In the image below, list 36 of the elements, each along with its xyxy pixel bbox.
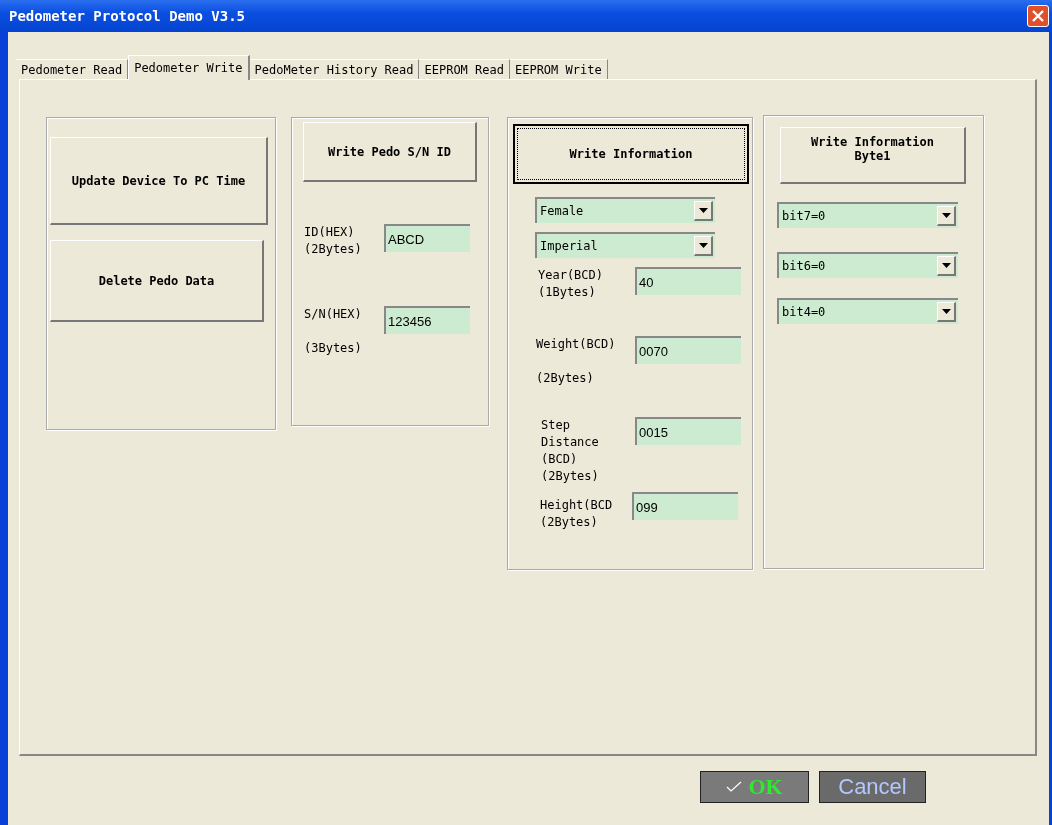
tab[interactable]: Pedometer Write xyxy=(128,55,250,80)
tab[interactable]: EEPROM Read xyxy=(419,59,510,79)
close-button[interactable] xyxy=(1027,5,1049,27)
dropdown-arrow-icon xyxy=(698,243,708,248)
update-time-button[interactable]: Update Device To PC Time xyxy=(50,137,268,225)
input-field[interactable]: 40 xyxy=(635,267,741,295)
field-label: Step Distance (BCD) (2Bytes) xyxy=(541,417,600,485)
delete-data-button[interactable]: Delete Pedo Data xyxy=(50,240,264,322)
write-sn-button[interactable]: Write Pedo S/N ID xyxy=(303,122,477,182)
check-icon xyxy=(726,781,743,793)
write-info-button[interactable]: Write Information xyxy=(513,124,749,184)
tab[interactable]: EEPROM Write xyxy=(509,59,608,79)
dropdown[interactable]: Female xyxy=(535,197,715,223)
field-label: Height(BCD (2Bytes) xyxy=(540,497,614,531)
dropdown[interactable]: bit6=0 xyxy=(777,252,958,278)
dropdown-arrow-icon xyxy=(698,208,708,213)
input-field[interactable]: ABCD xyxy=(384,224,470,252)
close-icon xyxy=(1031,9,1045,23)
field-label: ID(HEX) (2Bytes) xyxy=(304,224,363,258)
dropdown[interactable]: Imperial xyxy=(535,232,715,258)
dropdown[interactable]: bit7=0 xyxy=(777,202,958,228)
field-label: S/N(HEX) (3Bytes) xyxy=(304,306,363,357)
field-label: Weight(BCD) (2Bytes) xyxy=(536,336,617,387)
tab[interactable]: PedoMeter History Read xyxy=(249,59,420,79)
dropdown[interactable]: bit4=0 xyxy=(777,298,958,324)
input-field[interactable]: 123456 xyxy=(384,306,470,334)
write-byte1-button[interactable]: Write Information Byte1 xyxy=(780,127,966,184)
dropdown-arrow-icon xyxy=(941,263,951,268)
input-field[interactable]: 099 xyxy=(632,492,738,520)
input-field[interactable]: 0070 xyxy=(635,336,741,364)
input-field[interactable]: 0015 xyxy=(635,417,741,445)
window-title: Pedometer Protocol Demo V3.5 xyxy=(9,8,245,24)
tab[interactable]: Pedometer Read xyxy=(16,59,129,79)
dropdown-arrow-icon xyxy=(941,213,951,218)
field-label: Year(BCD) (1Bytes) xyxy=(538,267,605,301)
dropdown-arrow-icon xyxy=(941,309,951,314)
